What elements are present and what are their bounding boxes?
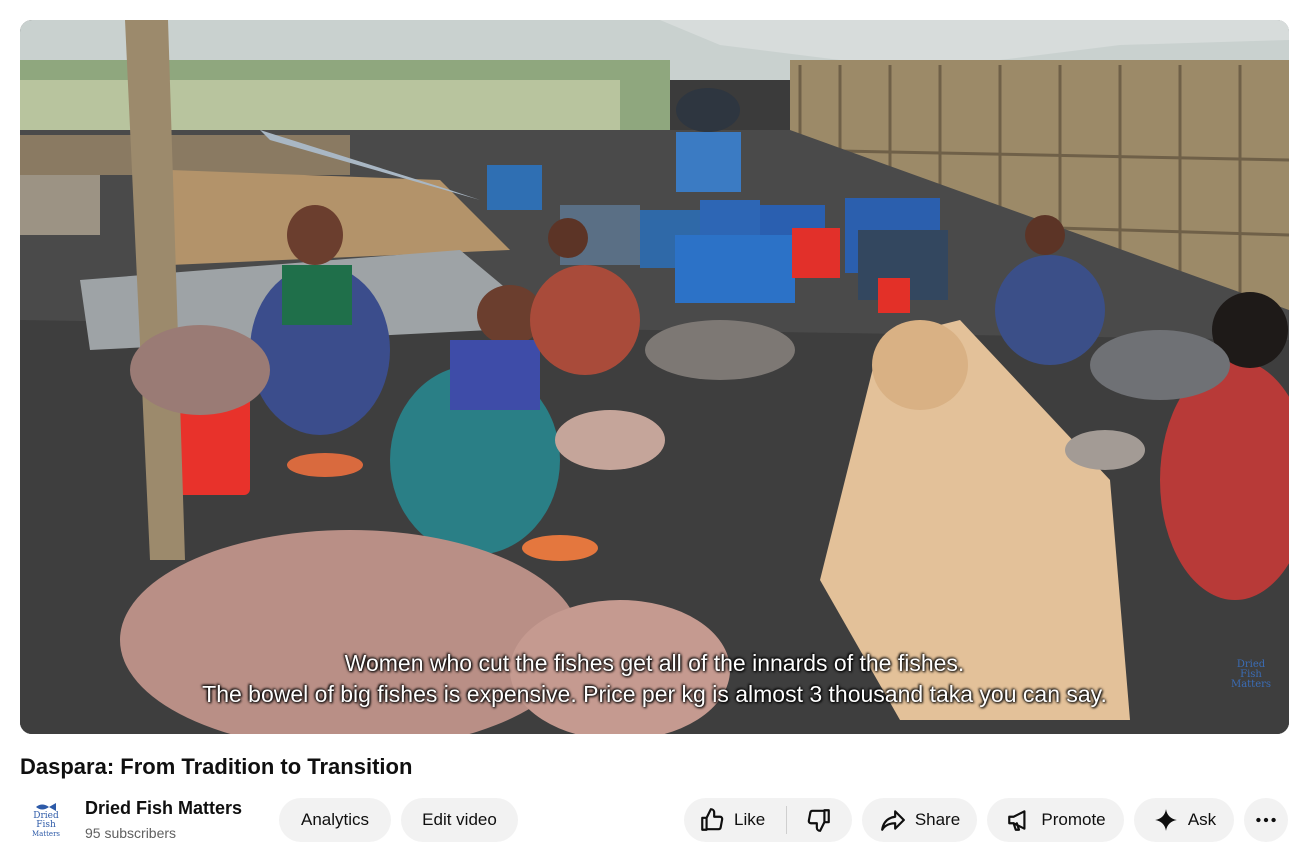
edit-video-button[interactable]: Edit video [401,798,518,842]
like-label: Like [734,810,766,829]
megaphone-icon [1005,806,1033,834]
video-player[interactable]: Women who cut the fishes get all of the … [20,20,1289,734]
subscriber-count: 95 subscribers [85,825,177,841]
video-captions: Women who cut the fishes get all of the … [20,648,1289,710]
video-frame [20,20,1289,734]
share-label: Share [914,810,961,829]
caption-line-1: Women who cut the fishes get all of the … [344,650,965,676]
thumbs-down-icon [805,806,833,834]
sparkle-icon [1152,806,1180,834]
promote-button[interactable]: Promote [987,798,1124,842]
thumbs-up-icon [698,806,726,834]
channel-avatar[interactable]: Dried Fish Matters [26,802,66,838]
like-dislike-group: Like [684,798,852,842]
channel-watermark: Dried Fish Matters [1229,660,1273,696]
share-button[interactable]: Share [862,798,977,842]
promote-label: Promote [1041,810,1106,829]
ask-button[interactable]: Ask [1134,798,1234,842]
logo-line-3: Matters [31,830,61,838]
ask-label: Ask [1187,810,1217,829]
caption-line-2: The bowel of big fishes is expensive. Pr… [202,681,1107,707]
channel-name[interactable]: Dried Fish Matters [85,797,242,819]
more-actions-button[interactable] [1244,798,1288,842]
dislike-button[interactable] [787,798,851,842]
more-horizontal-icon [1252,806,1280,834]
like-button[interactable]: Like [684,798,786,842]
watermark-text: Dried Fish Matters [1230,659,1272,690]
analytics-button[interactable]: Analytics [279,798,391,842]
video-title: Daspara: From Tradition to Transition [20,754,413,779]
logo-line-2: Fish [36,820,56,830]
share-arrow-icon [879,806,907,834]
